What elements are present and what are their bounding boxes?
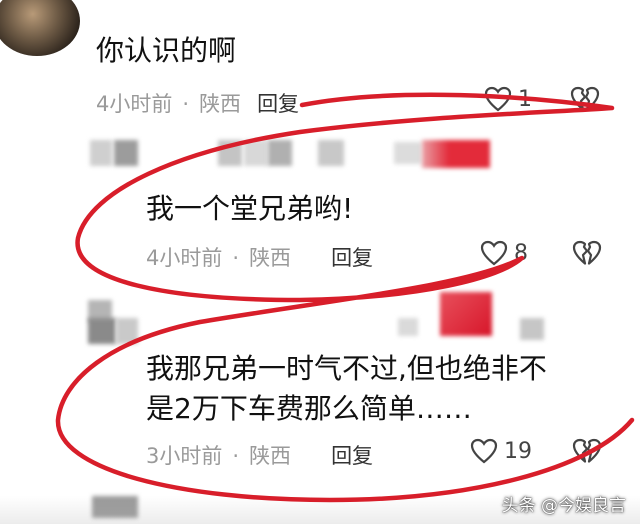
watermark: 头条 @今娱良言	[501, 496, 626, 516]
red-annotation-scribble	[55, 92, 635, 503]
